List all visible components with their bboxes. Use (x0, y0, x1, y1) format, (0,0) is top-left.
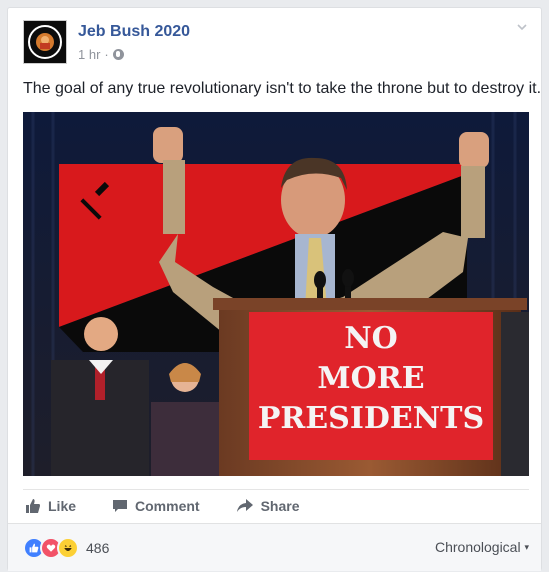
comment-order-label: Chronological (434, 539, 521, 555)
like-button[interactable]: Like (25, 498, 76, 514)
thumbs-up-icon (26, 499, 40, 513)
comment-order-dropdown[interactable]: Chronological ▾ (435, 539, 529, 555)
share-button[interactable]: Share (236, 498, 300, 514)
meta-separator: · (104, 47, 109, 62)
post-text: The goal of any true revolutionary isn't… (23, 80, 542, 97)
page-avatar[interactable] (23, 20, 67, 64)
comment-label: Comment (135, 498, 200, 514)
sign-line-2: MORE (317, 361, 424, 396)
globe-icon[interactable] (112, 49, 124, 60)
sign-line-1: NO (344, 321, 398, 356)
post-photo[interactable]: NO MORE PRESIDENTS (23, 112, 529, 476)
post-card: Jeb Bush 2020 1 hr · The goal of any tru… (7, 7, 542, 571)
timestamp[interactable]: 1 hr (78, 47, 100, 62)
post-meta: 1 hr · (78, 47, 124, 62)
comment-icon (113, 500, 128, 512)
reaction-summary[interactable]: 486 (23, 537, 109, 559)
haha-icon (57, 537, 79, 559)
sign-line-3: PRESIDENTS (258, 401, 484, 436)
caret-down-icon: ▾ (524, 542, 529, 552)
reaction-count: 486 (86, 540, 110, 556)
like-label: Like (48, 498, 77, 514)
reactions-bar: 486 Chronological ▾ (8, 523, 541, 571)
page-name-link[interactable]: Jeb Bush 2020 (78, 23, 190, 41)
post-actions: Like Comment Share (23, 489, 529, 522)
share-label: Share (260, 498, 300, 514)
comment-button[interactable]: Comment (112, 498, 200, 514)
share-icon (236, 499, 253, 512)
chevron-down-icon[interactable] (517, 22, 527, 32)
